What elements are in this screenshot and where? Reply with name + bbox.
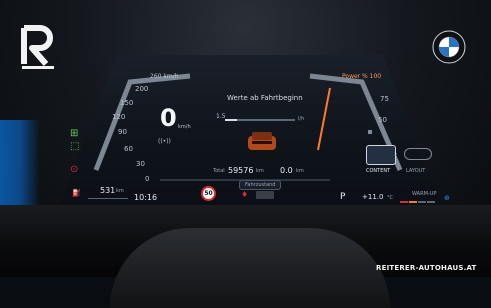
bmw-logo-icon — [432, 30, 466, 64]
temp-unit: °C — [387, 195, 393, 201]
car-icon — [248, 132, 276, 156]
fuel-gauge-bar — [88, 198, 128, 199]
drive-status-label: Fahrzustand — [239, 180, 282, 190]
range-unit: km — [116, 188, 124, 194]
speed-max-label: 260 km/h — [150, 73, 179, 80]
fuel-icon: ⛽ — [72, 189, 81, 197]
power-tick-50: 50 — [378, 116, 387, 124]
consumption-unit: l/h — [298, 116, 305, 122]
trip-value: 0.0 — [280, 166, 293, 175]
power-label: Power % 100 — [342, 73, 382, 80]
chevron-right-icon: › — [394, 149, 398, 158]
steering-wheel — [110, 228, 390, 308]
speed-tick-120: 120 — [112, 113, 126, 121]
phone-connected-icon: ⊕ — [444, 194, 450, 202]
clock: 10:16 — [134, 193, 158, 202]
speed-tick-200: 200 — [135, 85, 149, 93]
trip-unit: km — [296, 168, 304, 174]
total-value: 59576 — [228, 166, 254, 175]
driving-mode-icon — [256, 191, 274, 199]
drive-assist-icon: ((•)) — [158, 138, 171, 145]
gear-indicator: P — [340, 192, 346, 202]
consumption-fill — [225, 119, 237, 121]
speed-tick-90: 90 — [118, 128, 127, 136]
speed-tick-60: 60 — [124, 145, 133, 153]
pixel-grid-icon — [368, 130, 372, 134]
speed-limit-value: 50 — [204, 190, 213, 197]
brake-warning-icon: ⊙ — [70, 164, 79, 175]
lane-assist-icon: ⬚ — [70, 141, 80, 152]
content-menu-card[interactable] — [366, 145, 396, 165]
reiterer-logo-icon — [21, 25, 54, 69]
seatbelt-warning-icon: ♦ — [241, 190, 249, 199]
total-unit: km — [256, 168, 264, 174]
power-tick-75: 75 — [380, 95, 389, 103]
speed-tick-150: 150 — [120, 99, 134, 107]
speed-tick-0: 0 — [145, 175, 150, 183]
trip-title: Werte ab Fahrtbeginn — [227, 94, 303, 102]
layout-label[interactable]: LAYOUT — [406, 168, 425, 174]
low-beam-icon: ⊞ — [70, 128, 79, 139]
content-label[interactable]: CONTENT — [366, 168, 390, 174]
total-label: Total — [213, 168, 225, 174]
consumption-value: 1.5 — [216, 113, 226, 120]
outside-temp: +11.0 — [362, 193, 384, 201]
warmup-label: WARM-UP — [412, 191, 437, 197]
speed-tick-30: 30 — [136, 160, 145, 168]
footer-watermark: REITERER-AUTOHAUS.AT — [376, 264, 477, 272]
current-speed: 0 — [160, 104, 177, 132]
range-value: 531 — [100, 186, 116, 195]
layout-menu-card[interactable] — [404, 148, 432, 160]
power-orange-marker — [317, 87, 331, 151]
speed-unit: km/h — [178, 124, 191, 130]
